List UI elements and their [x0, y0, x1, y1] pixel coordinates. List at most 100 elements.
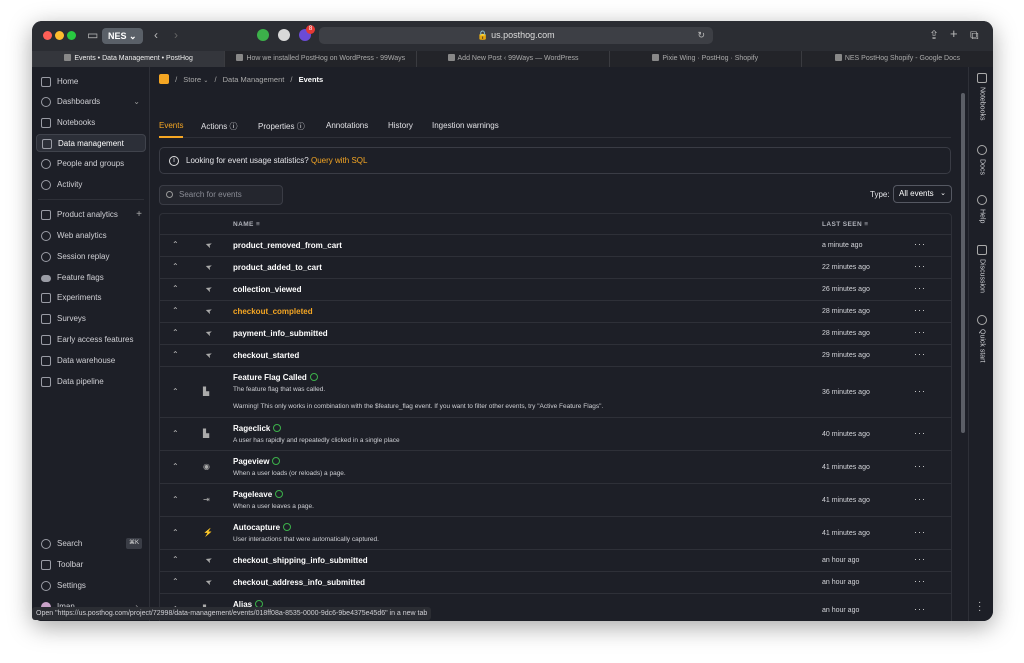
browser-tab-add-new-post[interactable]: Add New Post ‹ 99Ways — WordPress	[416, 51, 608, 67]
sidebar-item-session-replay[interactable]: Session replay	[36, 248, 146, 266]
toggle-extension-icon[interactable]	[278, 29, 290, 41]
scrollbar-thumb[interactable]	[961, 93, 965, 433]
column-header-name[interactable]: NAME ≡	[233, 221, 260, 228]
expand-row-icon[interactable]: ⌃	[172, 495, 179, 504]
event-name[interactable]: payment_info_submitted	[233, 329, 328, 338]
expand-row-icon[interactable]: ⌃	[172, 555, 179, 564]
expand-row-icon[interactable]: ⌃	[172, 429, 179, 438]
browser-tab-google-docs[interactable]: NES PostHog Shopify - Google Docs	[800, 51, 993, 67]
sidebar-item-data-pipeline[interactable]: Data pipeline	[36, 373, 146, 391]
new-tab-icon[interactable]: +	[950, 26, 958, 41]
more-actions-icon[interactable]: ···	[914, 239, 926, 249]
sidebar-item-dashboards[interactable]: Dashboards ⌄	[36, 93, 146, 111]
sidebar-item-activity[interactable]: Activity	[36, 176, 146, 194]
sidebar-item-settings[interactable]: Settings	[36, 577, 146, 595]
forward-icon[interactable]: ›	[174, 28, 178, 42]
more-actions-icon[interactable]: ···	[914, 305, 926, 315]
sidebar-item-home[interactable]: Home	[36, 73, 146, 91]
query-with-sql-link[interactable]: Query with SQL	[311, 156, 367, 165]
workspace-switcher[interactable]: NES ⌄	[102, 28, 143, 44]
more-actions-icon[interactable]: ···	[914, 604, 926, 614]
expand-row-icon[interactable]: ⌃	[172, 577, 179, 586]
sidebar-item-data-management[interactable]: Data management	[36, 134, 146, 152]
expand-row-icon[interactable]: ⌃	[172, 528, 179, 537]
event-name[interactable]: Autocapture	[233, 523, 292, 532]
table-row[interactable]: ⌃ ⚡ Autocapture User interactions that were…	[160, 517, 951, 550]
tab-annotations[interactable]: Annotations	[326, 121, 368, 130]
expand-row-icon[interactable]: ⌃	[172, 462, 179, 471]
more-actions-icon[interactable]: ···	[914, 428, 926, 438]
sidebar-item-web-analytics[interactable]: Web analytics	[36, 227, 146, 245]
browser-tab-wordpress-guide[interactable]: How we installed PostHog on WordPress - …	[224, 51, 416, 67]
close-window-button[interactable]	[43, 31, 52, 40]
share-icon[interactable]: ⇪	[929, 28, 939, 42]
sidebar-item-early-access[interactable]: Early access features	[36, 331, 146, 349]
table-row[interactable]: ⌃ ➤ checkout_completed 28 minutes ago ···	[160, 301, 951, 323]
chevron-down-icon[interactable]: ⌄	[133, 93, 140, 111]
table-row[interactable]: ⌃ ▙ Rageclick A user has rapidly and repeat…	[160, 418, 951, 451]
sidebar-item-search[interactable]: Search ⌘K	[36, 535, 146, 553]
sidebar-item-surveys[interactable]: Surveys	[36, 310, 146, 328]
more-actions-icon[interactable]: ···	[914, 554, 926, 564]
more-actions-icon[interactable]: ···	[914, 494, 926, 504]
right-sidebar-docs[interactable]: Docs	[974, 145, 990, 175]
more-actions-icon[interactable]: ···	[914, 386, 926, 396]
expand-row-icon[interactable]: ⌃	[172, 350, 179, 359]
sidebar-item-people-and-groups[interactable]: People and groups	[36, 155, 146, 173]
event-name[interactable]: collection_viewed	[233, 285, 301, 294]
tab-history[interactable]: History	[388, 121, 413, 130]
more-actions-icon[interactable]: ···	[914, 261, 926, 271]
event-name[interactable]: checkout_shipping_info_submitted	[233, 556, 368, 565]
more-options-icon[interactable]: · · ·	[978, 598, 981, 616]
more-actions-icon[interactable]: ···	[914, 349, 926, 359]
tab-events[interactable]: Events	[159, 121, 184, 138]
event-name[interactable]: checkout_started	[233, 351, 299, 360]
more-actions-icon[interactable]: ···	[914, 527, 926, 537]
address-bar[interactable]: 🔒 us.posthog.com ↻	[319, 27, 713, 44]
reload-icon[interactable]: ↻	[697, 27, 705, 44]
sidebar-item-feature-flags[interactable]: Feature flags	[36, 269, 146, 287]
search-input[interactable]: Search for events	[159, 185, 283, 205]
event-name[interactable]: Rageclick	[233, 424, 282, 433]
expand-row-icon[interactable]: ⌃	[172, 284, 179, 293]
breadcrumb-project[interactable]: Store	[183, 75, 201, 84]
event-name[interactable]: checkout_completed	[233, 307, 313, 316]
table-row[interactable]: ⌃ ▙ Feature Flag Called The feature flag th…	[160, 367, 951, 418]
more-actions-icon[interactable]: ···	[914, 327, 926, 337]
tab-properties[interactable]: Properties ⓘ	[258, 121, 305, 132]
browser-tab-events[interactable]: Events • Data Management • PostHog	[32, 51, 225, 67]
sidebar-item-notebooks[interactable]: Notebooks	[36, 114, 146, 132]
expand-row-icon[interactable]: ⌃	[172, 328, 179, 337]
table-row[interactable]: ⌃ ➤ checkout_address_info_submitted an hour…	[160, 572, 951, 594]
event-name[interactable]: product_added_to_cart	[233, 263, 322, 272]
table-row[interactable]: ⌃ ⇥ Pageleave When a user leaves a page. 41 …	[160, 484, 951, 517]
sidebar-item-product-analytics[interactable]: Product analytics +	[36, 206, 146, 224]
table-row[interactable]: ⌃ ◉ Pageview When a user loads (or reloads)…	[160, 451, 951, 484]
right-sidebar-quick-start[interactable]: Quick start	[974, 315, 990, 362]
add-insight-icon[interactable]: +	[136, 206, 142, 224]
back-icon[interactable]: ‹	[154, 28, 158, 42]
expand-row-icon[interactable]: ⌃	[172, 262, 179, 271]
event-name[interactable]: Pageview	[233, 457, 281, 466]
browser-tab-pixie-wing[interactable]: Pixie Wing · PostHog · Shopify	[608, 51, 801, 67]
event-name[interactable]: checkout_address_info_submitted	[233, 578, 365, 587]
more-actions-icon[interactable]: ···	[914, 283, 926, 293]
event-name[interactable]: product_removed_from_cart	[233, 241, 342, 250]
table-row[interactable]: ⌃ ➤ payment_info_submitted 28 minutes ago ··…	[160, 323, 951, 345]
sidebar-item-experiments[interactable]: Experiments	[36, 289, 146, 307]
more-actions-icon[interactable]: ···	[914, 576, 926, 586]
more-actions-icon[interactable]: ···	[914, 461, 926, 471]
table-row[interactable]: ⌃ ➤ checkout_shipping_info_submitted an hou…	[160, 550, 951, 572]
expand-row-icon[interactable]: ⌃	[172, 387, 179, 396]
type-filter-select[interactable]: All events ⌄	[893, 185, 952, 203]
expand-row-icon[interactable]: ⌃	[172, 240, 179, 249]
sidebar-toggle-icon[interactable]: ▭	[87, 28, 98, 42]
event-name[interactable]: Pageleave	[233, 490, 284, 499]
tab-overview-icon[interactable]: ⧉	[970, 28, 979, 43]
zoom-window-button[interactable]	[67, 31, 76, 40]
right-sidebar-help[interactable]: Help	[974, 195, 990, 223]
table-row[interactable]: ⌃ ➤ product_removed_from_cart a minute ago ·…	[160, 235, 951, 257]
tab-ingestion-warnings[interactable]: Ingestion warnings	[432, 121, 499, 130]
table-row[interactable]: ⌃ ➤ collection_viewed 26 minutes ago ···	[160, 279, 951, 301]
right-sidebar-discussion[interactable]: Discussion	[974, 245, 990, 293]
